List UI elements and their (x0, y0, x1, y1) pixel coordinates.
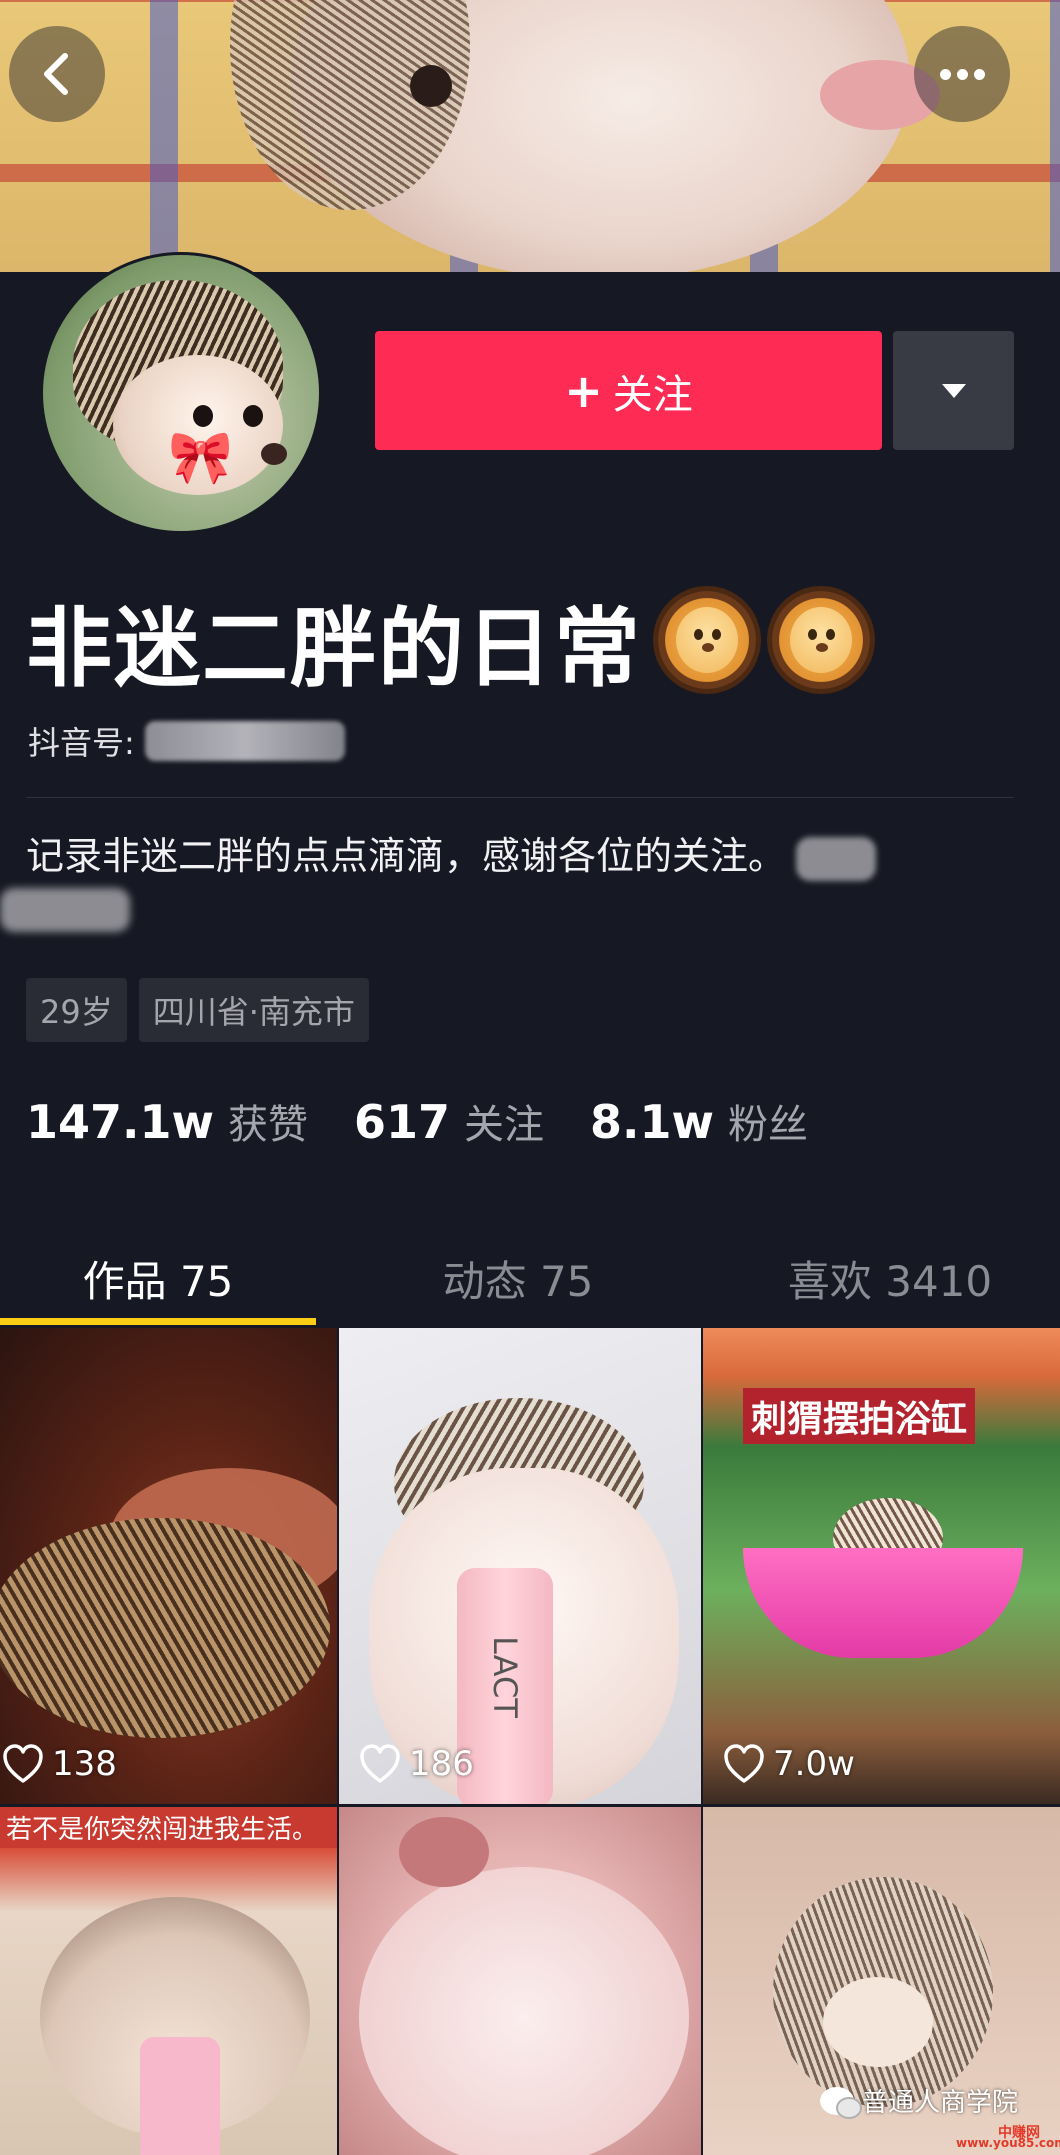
video-thumbnail[interactable] (339, 1807, 701, 2155)
watermark-text: 普通人商学院 (862, 2088, 1019, 2118)
profile-tags: 29岁 四川省·南充市 (26, 978, 369, 1042)
bow-icon: 🎀 (168, 428, 233, 488)
video-thumbnail[interactable]: 刺猬摆拍浴缸 7.0w (703, 1328, 1060, 1804)
heart-icon (3, 1744, 43, 1783)
watermark-url: www.you85.com (956, 2136, 1060, 2150)
tab-likes[interactable]: 喜欢 3410 (720, 1232, 1060, 1324)
back-button[interactable] (9, 26, 105, 122)
video-thumbnail[interactable]: LACT 186 (339, 1328, 701, 1804)
stat-value: 8.1w (590, 1095, 715, 1149)
stat-label: 粉丝 (728, 1102, 809, 1148)
stat-label: 获赞 (228, 1102, 308, 1148)
likes-count: 7.0w (773, 1744, 855, 1784)
stat-value: 147.1w (26, 1095, 214, 1149)
stat-following[interactable]: 617 关注 (354, 1092, 544, 1150)
bio-redacted-line (0, 888, 130, 932)
more-options-button[interactable] (914, 26, 1010, 122)
stat-likes[interactable]: 147.1w 获赞 (26, 1092, 308, 1150)
stat-label: 关注 (464, 1102, 545, 1148)
heart-icon (360, 1744, 400, 1783)
avatar-image: 🎀 (43, 255, 319, 531)
age-tag: 29岁 (26, 978, 127, 1042)
video-thumbnail[interactable]: 若不是你突然闯进我生活。 (0, 1807, 337, 2155)
bottle-label: LACT (486, 1636, 524, 1718)
bio-text: 记录非迷二胖的点点滴滴，感谢各位的关注。 (26, 834, 787, 878)
tab-activity[interactable]: 动态 75 (316, 1232, 720, 1324)
likes-count: 138 (52, 1744, 117, 1784)
bio-redacted (796, 836, 877, 881)
profile-bio: 记录非迷二胖的点点滴滴，感谢各位的关注。 (26, 830, 1016, 882)
hedgehog-emoji-icon (658, 591, 756, 689)
likes-count: 186 (409, 1744, 474, 1784)
watermark: 普通人商学院 (820, 2082, 1018, 2119)
video-banner-text: 若不是你突然闯进我生活。 (0, 1807, 337, 1848)
divider (26, 797, 1014, 798)
video-likes: 186 (359, 1744, 474, 1784)
tab-works[interactable]: 作品 75 (0, 1232, 316, 1324)
chevron-left-icon (44, 53, 68, 95)
follow-button-label: 关注 (612, 371, 693, 418)
video-grid: 138 LACT 186 刺猬摆拍浴缸 7.0w 若不是你突然闯进我生活。 (0, 1328, 1060, 2155)
video-thumbnail[interactable]: 138 (0, 1328, 337, 1804)
douyin-id-redacted (144, 721, 345, 761)
douyin-id-label: 抖音号: (28, 724, 135, 762)
video-likes: 7.0w (723, 1744, 855, 1784)
heart-icon (724, 1744, 764, 1783)
active-tab-indicator (0, 1318, 316, 1325)
location-tag: 四川省·南充市 (138, 978, 369, 1042)
caret-down-icon (941, 383, 966, 398)
profile-stats: 147.1w 获赞 617 关注 8.1w 粉丝 (26, 1092, 808, 1150)
video-title-overlay: 刺猬摆拍浴缸 (743, 1388, 976, 1444)
hedgehog-emoji-icon (772, 591, 870, 689)
follow-dropdown-button[interactable] (893, 331, 1014, 450)
profile-name-row: 非迷二胖的日常 (26, 585, 870, 699)
stat-followers[interactable]: 8.1w 粉丝 (590, 1092, 808, 1150)
profile-tabs: 作品 75 动态 75 喜欢 3410 (0, 1232, 1060, 1324)
wechat-icon (820, 2086, 862, 2119)
follow-button[interactable]: + 关注 (375, 331, 882, 450)
plus-icon: + (564, 363, 603, 418)
cover-hedgehog-eye (410, 65, 452, 107)
avatar[interactable]: 🎀 (40, 252, 322, 534)
profile-name: 非迷二胖的日常 (26, 598, 642, 699)
profile-cover-image (0, 0, 1060, 272)
video-likes: 138 (2, 1744, 117, 1784)
douyin-id: 抖音号: (28, 718, 345, 764)
more-horizontal-icon (939, 68, 985, 80)
stat-value: 617 (354, 1095, 451, 1149)
